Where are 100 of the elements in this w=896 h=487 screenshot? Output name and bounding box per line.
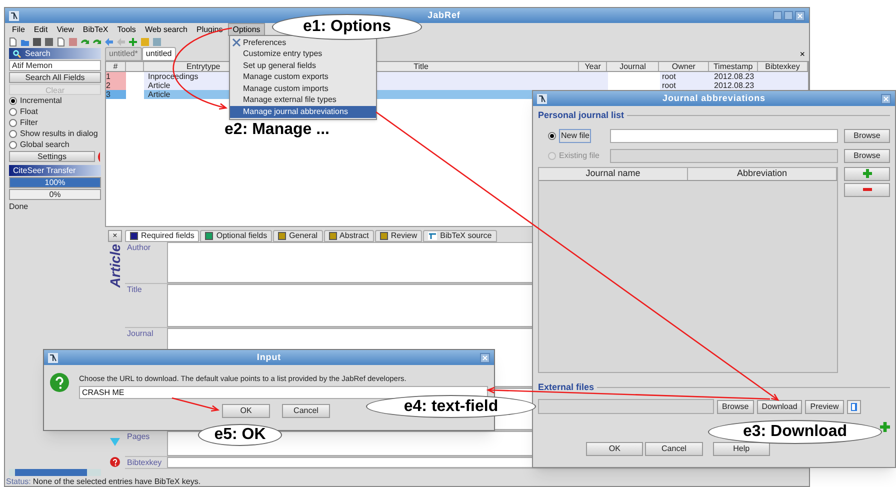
file-path-field[interactable]: [610, 128, 838, 142]
close-editor-button[interactable]: ×: [108, 230, 122, 242]
transfer-title: CiteSeer Transfer: [13, 164, 76, 176]
remove-button[interactable]: [844, 182, 890, 196]
maximize-button[interactable]: [784, 10, 793, 20]
status-text: None of the selected entries have BibTeX keys.: [32, 476, 201, 487]
editor-tab[interactable]: Abstract: [324, 230, 374, 242]
menu-option[interactable]: Manage external file types: [230, 94, 376, 106]
close-icon[interactable]: [881, 94, 891, 104]
radio-button[interactable]: [9, 108, 17, 116]
minimize-button[interactable]: [773, 10, 782, 20]
book-icon[interactable]: [846, 400, 861, 414]
database-tab[interactable]: untitled*: [105, 47, 142, 61]
redo-icon[interactable]: [92, 36, 102, 46]
radio-label: Filter: [20, 117, 38, 129]
radio-label: Incremental: [20, 95, 62, 107]
menu-item[interactable]: Options: [228, 22, 266, 36]
table-cell: root: [662, 72, 676, 81]
browse-button[interactable]: Browse: [844, 128, 890, 142]
close-tab-button[interactable]: ×: [800, 48, 805, 62]
section-title: Personal journal list: [538, 109, 624, 122]
column-header[interactable]: Year: [584, 60, 601, 72]
menu-option[interactable]: Manage custom exports: [230, 72, 376, 83]
status-label: Status:: [6, 476, 31, 487]
help-icon[interactable]: [110, 457, 120, 467]
column-header[interactable]: Owner: [672, 60, 696, 72]
column-header[interactable]: Journal name: [586, 166, 640, 180]
minus-icon: [862, 188, 872, 191]
menu-item[interactable]: View: [52, 24, 78, 34]
url-input[interactable]: CRASH ME: [79, 386, 488, 400]
column-header[interactable]: Title: [414, 60, 428, 72]
plus-icon: [862, 169, 872, 178]
menu-item[interactable]: Edit: [30, 24, 52, 34]
external-file-field[interactable]: [538, 399, 714, 414]
close-icon[interactable]: [480, 352, 490, 362]
editor-tab[interactable]: Review: [374, 230, 422, 242]
radio-button[interactable]: [9, 97, 17, 105]
browse-button[interactable]: Browse: [844, 148, 890, 162]
field-label: Bibtexkey: [127, 458, 162, 467]
radio-button[interactable]: [548, 132, 556, 140]
field-label: Journal: [127, 329, 154, 338]
dialog-button[interactable]: Cancel: [645, 442, 703, 456]
radio-button[interactable]: [9, 141, 17, 149]
row-number: 2: [106, 81, 110, 90]
menu-item[interactable]: Web search: [140, 24, 192, 34]
column-header[interactable]: Journal: [620, 60, 646, 72]
plus-icon[interactable]: [880, 422, 890, 432]
radio-label: Global search: [20, 139, 70, 151]
menu-item[interactable]: Tools: [113, 24, 140, 34]
editor-tab[interactable]: General: [273, 230, 323, 242]
back-icon[interactable]: [104, 36, 114, 46]
close-icon[interactable]: [795, 10, 805, 20]
column-header[interactable]: Entrytype: [186, 60, 220, 72]
dialog-button[interactable]: Preview: [805, 400, 844, 414]
dialog-title: Input: [256, 350, 282, 364]
dialog-button[interactable]: Browse: [717, 400, 754, 414]
source-icon: [428, 232, 438, 240]
annotation-arrow: [172, 397, 220, 412]
dialog-button[interactable]: OK: [222, 404, 270, 418]
field-label: Author: [127, 243, 151, 252]
search-all-fields-button[interactable]: Search All Fields: [9, 72, 101, 83]
radio-label: Float: [20, 106, 38, 118]
database-tab[interactable]: untitled: [142, 47, 176, 61]
add-button[interactable]: [844, 166, 890, 180]
column-header[interactable]: Timestamp: [713, 60, 753, 72]
menu-option[interactable]: Customize entry types: [230, 48, 376, 60]
column-header[interactable]: #: [113, 60, 118, 72]
dialog-button[interactable]: Download: [756, 400, 802, 414]
column-header[interactable]: Bibtexkey: [765, 60, 800, 72]
editor-tab[interactable]: Optional fields: [200, 230, 272, 242]
dialog-button[interactable]: Help: [712, 442, 770, 456]
table-cell: root: [662, 81, 676, 90]
table-cell: Article: [148, 81, 170, 90]
menu-item[interactable]: BibTeX: [78, 24, 112, 34]
section-title: External files: [538, 380, 594, 394]
editor-tab[interactable]: BibTeX source: [423, 230, 497, 242]
transfer-status: Done: [9, 201, 30, 213]
window-title: JabRef: [428, 8, 460, 22]
menu-option[interactable]: Set up general fields: [230, 60, 376, 72]
scrollbar[interactable]: [9, 469, 101, 476]
radio-button[interactable]: [9, 119, 17, 127]
row-number: 1: [106, 72, 110, 81]
editor-tab[interactable]: Required fields: [125, 230, 200, 242]
progress-text: 0%: [48, 190, 62, 199]
field-label: Title: [127, 285, 142, 294]
menu-option[interactable]: Manage journal abbreviations: [230, 106, 376, 118]
search-input[interactable]: Atif Memon: [9, 60, 101, 71]
radio-label: Show results in dialog: [20, 128, 98, 140]
column-header[interactable]: Abbreviation: [736, 166, 788, 180]
dialog-button[interactable]: Cancel: [282, 404, 330, 418]
add-icon[interactable]: [128, 36, 138, 46]
dialog-title: Journal abbreviations: [662, 92, 766, 105]
menu-item[interactable]: File: [8, 24, 29, 34]
menu-option[interactable]: Preferences: [230, 37, 376, 48]
file-path-field[interactable]: [610, 148, 838, 162]
marker-icon[interactable]: [96, 152, 101, 162]
dialog-button[interactable]: OK: [586, 442, 644, 456]
radio-button[interactable]: [9, 130, 17, 138]
settings-button[interactable]: Settings: [9, 151, 95, 162]
radio-label: Existing file: [559, 150, 600, 162]
